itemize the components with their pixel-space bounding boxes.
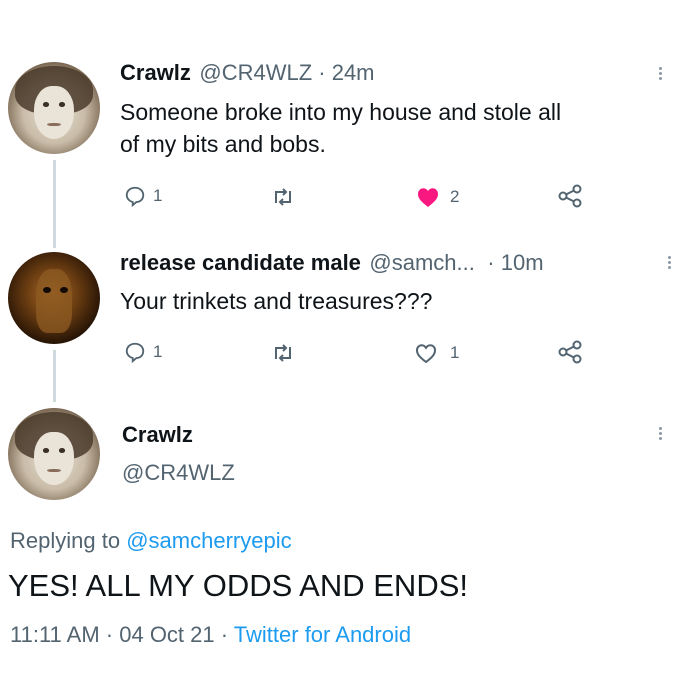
author-handle[interactable]: @CR4WLZ [122,460,235,486]
replying-to: Replying to @samcherryepic [10,528,292,553]
thread-line [53,350,56,402]
share-button[interactable] [557,183,583,214]
main-tweet-text: YES! ALL MY ODDS AND ENDS! [8,568,468,603]
handle-time: @CR4WLZ · 24m [199,60,375,85]
tweet-1-header: Crawlz @CR4WLZ · 24m [120,60,375,86]
share-icon [558,184,582,208]
retweet-icon [275,188,291,206]
avatar-crawlz[interactable] [8,408,100,500]
retweet-button[interactable] [271,342,295,369]
reply-icon [125,342,145,363]
author-name[interactable]: Crawlz [120,60,191,85]
like-button[interactable]: 2 [416,186,459,208]
author-name[interactable]: release candidate male [120,250,361,275]
share-icon [558,340,582,364]
handle: @samch... [369,250,475,275]
more-icon[interactable] [668,254,672,271]
more-icon[interactable] [659,425,663,442]
share-button[interactable] [557,339,583,370]
reply-button[interactable]: 1 [124,341,162,363]
retweet-button[interactable] [271,186,295,213]
tweet-2-text: Your trinkets and treasures??? [120,288,433,314]
retweet-icon [275,344,291,362]
reply-icon [125,186,145,207]
reply-count: 1 [153,186,163,205]
heart-icon [415,344,437,364]
reply-button[interactable]: 1 [124,185,162,207]
like-count: 2 [450,187,460,206]
tweet-2-header: release candidate male @samch... · 10m [120,250,544,276]
tweet-timestamp: 11:11 AM · 04 Oct 21 · Twitter for Andro… [10,622,412,647]
source-link[interactable]: Twitter for Android [234,622,411,647]
avatar-crawlz[interactable] [8,62,100,154]
author-name[interactable]: Crawlz [122,422,193,448]
heart-icon [418,188,438,207]
replying-handle-link[interactable]: @samcherryepic [126,528,291,553]
reply-count: 1 [153,342,163,361]
time: · 10m [487,250,544,275]
avatar-release-candidate-male[interactable] [8,252,100,344]
more-icon[interactable] [659,65,663,82]
thread-line [53,160,56,248]
tweet-1-text: Someone broke into my house and stole al… [120,99,562,157]
like-count: 1 [450,343,460,362]
like-button[interactable]: 1 [414,342,459,364]
